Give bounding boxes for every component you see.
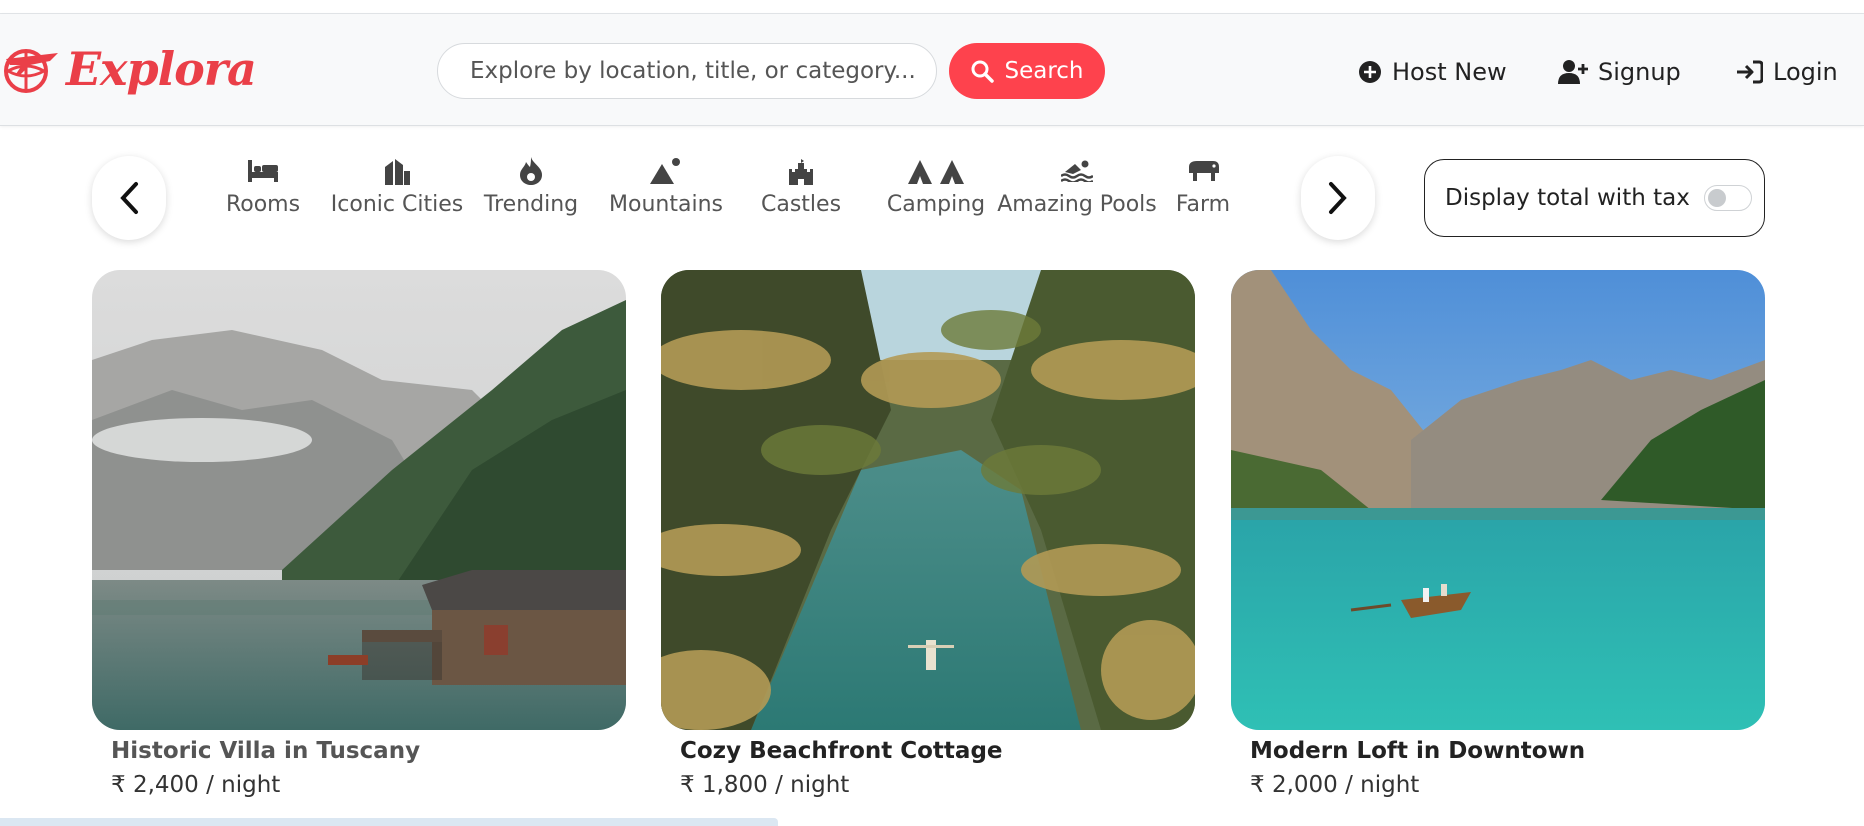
brand-logo[interactable]: Explora: [0, 36, 257, 102]
filter-amazing-pools[interactable]: Amazing Pools: [997, 156, 1157, 236]
login-label: Login: [1773, 58, 1838, 86]
filter-camping[interactable]: Camping: [886, 156, 986, 236]
listing-image: [92, 270, 626, 730]
search-button-label: Search: [1004, 58, 1084, 84]
host-new-label: Host New: [1392, 58, 1507, 86]
listing-card[interactable]: Historic Villa in Tuscany ₹ 2,400 / nigh…: [92, 270, 626, 798]
chevron-right-icon: [1329, 182, 1347, 214]
tax-toggle-box: Display total with tax: [1424, 159, 1765, 237]
filter-scroll-left-button[interactable]: [92, 156, 166, 240]
listing-price: ₹ 2,400 / night: [111, 772, 281, 798]
navbar: Explora Search Host New Signup Login: [0, 14, 1864, 126]
tent-icon: [908, 160, 964, 184]
listing-title: Cozy Beachfront Cottage: [680, 738, 1003, 764]
filter-bar: Rooms Iconic Cities Trending Mountains C…: [0, 126, 1864, 266]
filter-label: Iconic Cities: [330, 192, 464, 217]
search-button[interactable]: Search: [949, 43, 1105, 99]
host-new-link[interactable]: Host New: [1358, 54, 1507, 90]
city-icon: [385, 159, 410, 185]
sign-in-icon: [1737, 60, 1763, 84]
plane-globe-icon: [4, 49, 58, 93]
filter-label: Camping: [886, 192, 986, 217]
fire-icon: [520, 157, 542, 185]
castle-icon: [789, 159, 813, 185]
filter-label: Amazing Pools: [997, 192, 1157, 217]
filter-label: Mountains: [609, 192, 723, 217]
mountain-icon: [650, 158, 680, 184]
filter-label: Castles: [760, 192, 842, 217]
filter-label: Rooms: [225, 192, 301, 217]
filter-label: Trending: [483, 192, 579, 217]
bed-icon: [248, 160, 278, 182]
listing-price: ₹ 1,800 / night: [680, 772, 850, 798]
listing-card[interactable]: Cozy Beachfront Cottage ₹ 1,800 / night: [661, 270, 1195, 798]
filter-iconic-cities[interactable]: Iconic Cities: [330, 156, 464, 236]
listing-title: Modern Loft in Downtown: [1250, 738, 1586, 764]
signup-label: Signup: [1598, 58, 1681, 86]
listing-title: Historic Villa in Tuscany: [111, 738, 421, 764]
swimmer-icon: [1061, 160, 1093, 182]
search-icon: [971, 60, 995, 83]
filter-label: Farm: [1175, 192, 1231, 217]
search-input[interactable]: [437, 43, 937, 99]
tax-toggle-switch[interactable]: [1703, 185, 1752, 211]
filter-trending[interactable]: Trending: [483, 156, 579, 236]
login-link[interactable]: Login: [1737, 54, 1838, 90]
listing-price: ₹ 2,000 / night: [1250, 772, 1420, 798]
listing-image: [661, 270, 1195, 730]
user-plus-icon: [1558, 60, 1588, 84]
horizontal-scrollbar[interactable]: [0, 818, 778, 826]
filter-castles[interactable]: Castles: [760, 156, 842, 236]
signup-link[interactable]: Signup: [1558, 54, 1681, 90]
tax-toggle-label: Display total with tax: [1445, 185, 1690, 211]
cow-icon: [1189, 161, 1219, 181]
filter-mountains[interactable]: Mountains: [609, 156, 723, 236]
filter-farm[interactable]: Farm: [1176, 156, 1230, 236]
listing-image: [1231, 270, 1765, 730]
listing-card[interactable]: Modern Loft in Downtown ₹ 2,000 / night: [1231, 270, 1765, 798]
filter-rooms[interactable]: Rooms: [224, 156, 302, 236]
filter-scroll-right-button[interactable]: [1301, 156, 1375, 240]
brand-name: Explora: [66, 42, 257, 96]
plus-circle-icon: [1359, 61, 1381, 83]
chevron-left-icon: [120, 182, 138, 214]
